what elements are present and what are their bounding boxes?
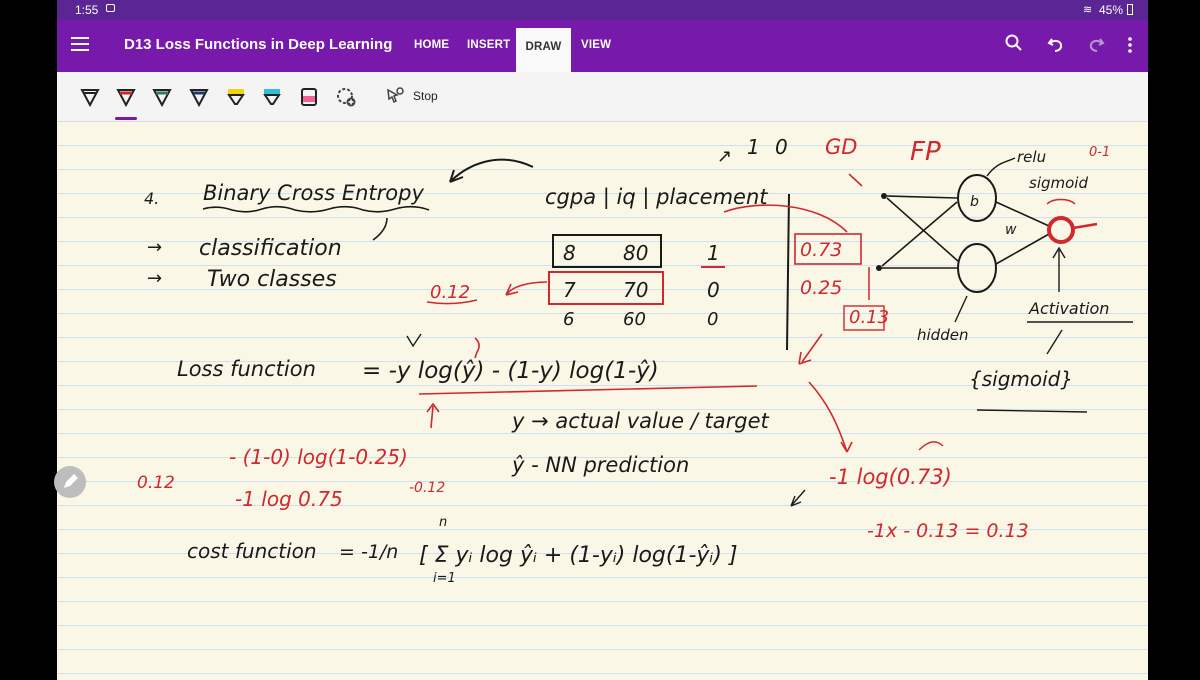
ink-layer: 4. Binary Cross Entropy → classification…	[137, 135, 1133, 586]
cell-placement-1: 1	[707, 241, 720, 265]
battery-icon	[1127, 4, 1133, 15]
add-pen-icon[interactable]	[336, 87, 356, 107]
undo-icon[interactable]	[1047, 35, 1065, 53]
cell-placement-2: 0	[707, 278, 720, 302]
lasso-stop-icon[interactable]	[385, 86, 405, 106]
stop-button[interactable]: Stop	[413, 89, 438, 103]
note-one: 1	[747, 135, 760, 159]
pen-black-icon[interactable]	[80, 87, 100, 107]
label-activation-fn: {sigmoid}	[969, 367, 1073, 391]
heading-underline	[202, 205, 430, 213]
wifi-icon: ≋	[1083, 4, 1093, 16]
cost-sum-bottom: i=1	[433, 571, 456, 586]
loss-label: Loss function	[177, 357, 316, 381]
note-fp: FP	[910, 137, 941, 167]
battery-level: 45%	[1099, 3, 1124, 17]
status-bar: 1:55 ≋ 45%	[57, 0, 1148, 20]
calc-right1: -1 log(0.73)	[829, 465, 952, 489]
bullet-two-classes: Two classes	[207, 267, 337, 292]
output-node	[1047, 216, 1075, 244]
screen-record-icon	[106, 4, 115, 12]
curved-arrow-heading	[451, 158, 534, 181]
pen-red-icon[interactable]	[116, 87, 136, 107]
bullet-classification: classification	[199, 236, 342, 261]
note-gd: GD	[825, 135, 857, 159]
tab-view[interactable]: VIEW	[581, 39, 611, 51]
floating-pen-button[interactable]	[54, 466, 86, 498]
menu-icon[interactable]	[71, 37, 89, 51]
cell-cgpa-3: 6	[563, 309, 574, 330]
highlighter-yellow-icon[interactable]	[226, 87, 246, 107]
cell-cgpa-1: 8	[563, 241, 576, 265]
yhat-definition: ŷ - NN prediction	[511, 453, 689, 477]
tab-insert[interactable]: INSERT	[467, 39, 510, 51]
heading-number: 4.	[144, 189, 159, 208]
label-sigmoid: sigmoid	[1029, 174, 1088, 192]
app-bar: D13 Loss Functions in Deep Learning HOME…	[57, 20, 1148, 72]
pen-navy-icon[interactable]	[189, 87, 209, 107]
pred-row1: 0.73	[800, 239, 842, 261]
pred-row3: 0.13	[849, 307, 889, 328]
cost-formula: [ Σ yᵢ log ŷᵢ + (1-yᵢ) log(1-ŷᵢ) ]	[419, 543, 738, 568]
search-icon[interactable]	[1005, 34, 1023, 52]
table-header: cgpa | iq | placement	[545, 185, 768, 210]
tab-draw[interactable]: DRAW	[516, 28, 571, 72]
divider-line	[786, 193, 790, 351]
loss-formula: = -y log(ŷ) - (1-y) log(1-ŷ)	[362, 358, 659, 384]
more-options-icon[interactable]	[1125, 36, 1135, 54]
cell-iq-2: 70	[623, 278, 648, 302]
row2-loss-note: 0.12	[430, 282, 470, 303]
calc-line1: - (1-0) log(1-0.25)	[229, 445, 408, 469]
selected-pen-indicator	[115, 117, 137, 120]
calc-line2: -1 log 0.75	[235, 487, 343, 511]
cell-iq-1: 80	[623, 241, 648, 265]
notebook-page[interactable]: 4. Binary Cross Entropy → classification…	[57, 122, 1148, 680]
onenote-app: 1:55 ≋ 45% D13 Loss Functions in Deep Le…	[57, 0, 1148, 680]
label-w: w	[1005, 222, 1017, 238]
calc-right2: -1x - 0.13 = 0.13	[867, 520, 1029, 542]
cost-prefix: = -1/n	[339, 541, 398, 563]
pen-green-icon[interactable]	[152, 87, 172, 107]
note-zero: 0	[775, 135, 788, 159]
label-activation: Activation	[1028, 299, 1109, 318]
page-title: D13 Loss Functions in Deep Learning	[124, 36, 393, 53]
draw-toolbar: Stop	[57, 72, 1148, 122]
calc-result-left: 0.12	[137, 473, 175, 493]
hidden-node-bottom	[957, 243, 997, 293]
label-relu: relu	[1017, 148, 1046, 166]
status-time: 1:55	[75, 3, 99, 17]
highlighter-pink-icon[interactable]	[299, 87, 319, 107]
cell-cgpa-2: 7	[563, 278, 576, 302]
redo-icon[interactable]	[1087, 35, 1105, 53]
cell-iq-3: 60	[623, 309, 646, 330]
cost-sum-top: n	[439, 515, 447, 530]
label-b: b	[970, 194, 979, 210]
heading-binary-cross-entropy: Binary Cross Entropy	[203, 181, 424, 205]
highlighter-cyan-icon[interactable]	[262, 87, 282, 107]
svg-text:→: →	[147, 268, 162, 289]
pred-row2: 0.25	[800, 277, 842, 299]
label-range: 0-1	[1089, 145, 1110, 160]
cost-label: cost function	[187, 539, 317, 563]
tab-home[interactable]: HOME	[414, 39, 449, 51]
svg-text:↗: ↗	[717, 146, 732, 167]
svg-text:→: →	[147, 237, 162, 258]
calc-small: -0.12	[409, 480, 445, 496]
label-hidden: hidden	[917, 326, 968, 344]
y-definition: y → actual value / target	[511, 409, 769, 433]
cell-placement-3: 0	[707, 309, 718, 330]
